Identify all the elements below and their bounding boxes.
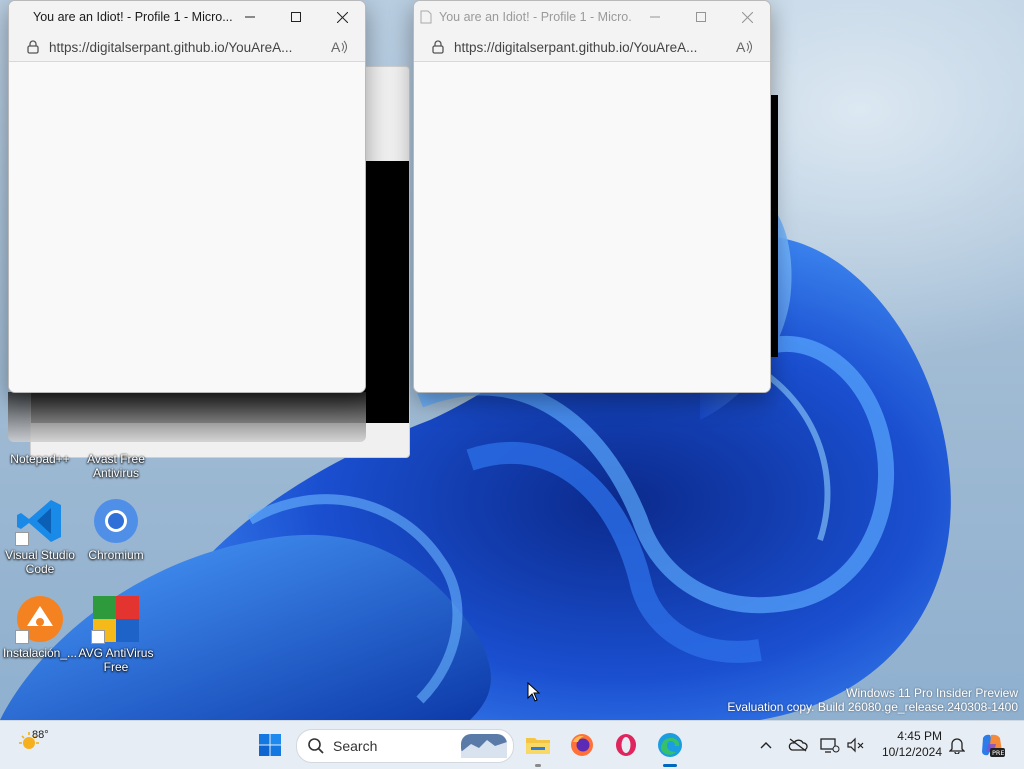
watermark-line-1: Windows 11 Pro Insider Preview xyxy=(846,686,1018,700)
window-title: You are an Idiot! - Profile 1 - Micro... xyxy=(33,10,233,24)
desktop-icon-label: Instalación_... xyxy=(2,646,78,660)
evaluation-watermark: Windows 11 Pro Insider Preview Evaluatio… xyxy=(727,686,1018,714)
window-title: You are an Idiot! - Profile 1 - Micro... xyxy=(439,10,631,24)
avg-icon xyxy=(91,594,141,644)
maximize-button[interactable] xyxy=(678,1,724,33)
copilot-pre-icon: PRE xyxy=(982,734,1005,757)
minimize-icon xyxy=(650,16,660,18)
file-explorer-icon xyxy=(526,738,550,754)
lock-icon[interactable] xyxy=(27,40,39,54)
volume-muted-icon xyxy=(847,737,864,753)
desktop-icon-avast[interactable]: Avast Free Antivirus xyxy=(76,452,156,480)
read-aloud-icon[interactable]: A xyxy=(331,39,349,60)
desktop-icon-label: Chromium xyxy=(88,548,144,562)
page-icon xyxy=(420,10,432,24)
search-icon xyxy=(308,738,324,754)
taskbar-file-explorer[interactable] xyxy=(522,721,554,769)
svg-text:A: A xyxy=(331,39,341,55)
page-content xyxy=(9,62,365,392)
tray-onedrive[interactable] xyxy=(786,721,810,769)
url-text[interactable]: https://digitalserpant.github.io/YouAreA… xyxy=(49,40,292,55)
watermark-line-2: Evaluation copy. Build 26080.ge_release.… xyxy=(727,700,1018,714)
tray-network[interactable] xyxy=(818,721,842,769)
taskbar-firefox[interactable] xyxy=(566,721,598,769)
search-highlight-icon xyxy=(461,734,507,758)
taskbar-search[interactable]: Search xyxy=(296,729,514,763)
desktop-icon-chromium[interactable]: Chromium xyxy=(76,496,156,562)
firefox-icon xyxy=(571,734,593,756)
title-bar[interactable]: You are an Idiot! - Profile 1 - Micro... xyxy=(9,1,365,33)
svg-text:A: A xyxy=(736,39,746,55)
weather-temp: 88° xyxy=(32,729,49,741)
installer-icon xyxy=(15,594,65,644)
open-indicator xyxy=(535,764,541,767)
copilot-button[interactable]: PRE xyxy=(976,721,1008,769)
weather-widget[interactable]: 88° xyxy=(18,727,49,758)
shortcut-arrow-icon xyxy=(91,630,105,644)
desktop-icon-label: AVG AntiVirus Free xyxy=(78,646,154,674)
taskbar-clock[interactable]: 4:45 PM 10/12/2024 xyxy=(882,728,942,760)
taskbar-opera[interactable] xyxy=(610,721,642,769)
svg-text:PRE: PRE xyxy=(992,749,1005,757)
browser-window-2[interactable]: You are an Idiot! - Profile 1 - Micro...… xyxy=(413,0,771,393)
desktop-icon-vscode[interactable]: Visual Studio Code xyxy=(0,496,80,576)
mouse-cursor xyxy=(527,682,541,702)
minimize-button[interactable] xyxy=(227,1,273,33)
browser-window-1[interactable]: You are an Idiot! - Profile 1 - Micro...… xyxy=(8,0,366,393)
desktop-icon-avg[interactable]: AVG AntiVirus Free xyxy=(76,594,156,674)
desktop-icon-label: Visual Studio Code xyxy=(5,548,75,576)
lock-icon[interactable] xyxy=(432,40,444,54)
minimize-icon xyxy=(245,16,255,18)
taskbar: 88° Search 4:45 PM 10/12/2024 PRE xyxy=(0,720,1024,769)
notifications-button[interactable] xyxy=(946,721,968,769)
search-placeholder: Search xyxy=(333,738,378,754)
start-button[interactable] xyxy=(254,721,286,769)
close-button[interactable] xyxy=(724,1,770,33)
title-bar[interactable]: You are an Idiot! - Profile 1 - Micro... xyxy=(414,1,770,33)
opera-icon xyxy=(616,734,636,756)
taskbar-edge[interactable] xyxy=(654,721,686,769)
active-indicator xyxy=(663,764,677,767)
chevron-up-icon xyxy=(760,742,772,749)
maximize-icon xyxy=(696,12,706,22)
desktop-icon-label: Avast Free Antivirus xyxy=(87,452,145,480)
shortcut-arrow-icon xyxy=(15,630,29,644)
url-text[interactable]: https://digitalserpant.github.io/YouAreA… xyxy=(454,40,697,55)
onedrive-offline-icon xyxy=(788,738,808,752)
start-icon xyxy=(259,734,281,756)
clock-time: 4:45 PM xyxy=(897,729,942,743)
desktop-icon-notepad[interactable]: Notepad++ xyxy=(0,452,80,466)
address-bar[interactable]: https://digitalserpant.github.io/YouAreA… xyxy=(414,33,770,62)
address-bar[interactable]: https://digitalserpant.github.io/YouAreA… xyxy=(9,33,365,62)
chromium-icon xyxy=(91,496,141,546)
close-icon xyxy=(336,11,348,23)
tray-volume[interactable] xyxy=(844,721,868,769)
shortcut-arrow-icon xyxy=(15,532,29,546)
show-hidden-icons-button[interactable] xyxy=(756,721,776,769)
window-shadow-stack xyxy=(8,392,366,442)
desktop-icon-label: Notepad++ xyxy=(10,452,70,466)
close-icon xyxy=(741,11,753,23)
edge-icon xyxy=(658,733,682,757)
read-aloud-icon[interactable]: A xyxy=(736,39,754,60)
network-icon xyxy=(820,738,840,753)
page-content xyxy=(414,62,770,392)
minimize-button[interactable] xyxy=(632,1,678,33)
bell-icon xyxy=(949,738,965,754)
close-button[interactable] xyxy=(319,1,365,33)
desktop-icon-installer[interactable]: Instalación_... xyxy=(0,594,80,660)
clock-date: 10/12/2024 xyxy=(881,745,942,759)
maximize-button[interactable] xyxy=(273,1,319,33)
vscode-icon xyxy=(15,496,65,546)
maximize-icon xyxy=(291,12,301,22)
